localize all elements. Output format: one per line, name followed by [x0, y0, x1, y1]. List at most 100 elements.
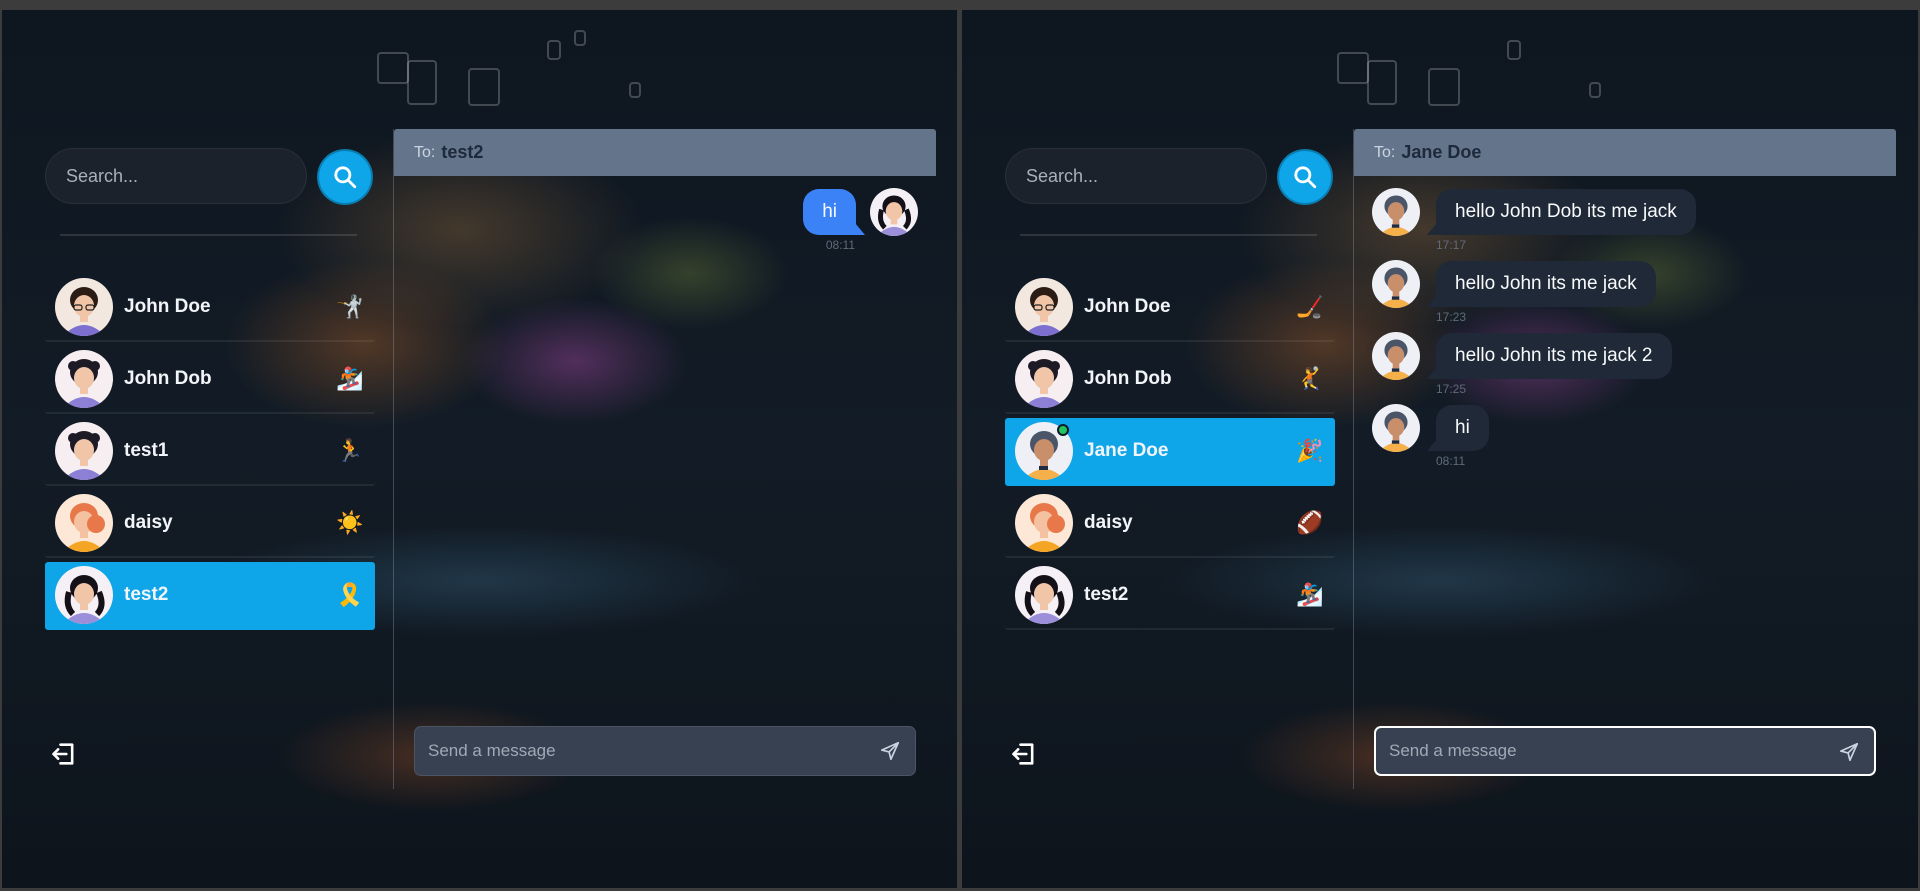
contact-name: daisy — [124, 512, 173, 533]
message: hello John Dob its me jack 17:17 — [1354, 188, 1896, 252]
contact-emoji-icon: 🤺 — [336, 294, 364, 319]
recipient-name: test2 — [441, 142, 484, 162]
message-list: hi 08:11 — [394, 176, 936, 716]
send-icon[interactable] — [1838, 741, 1860, 763]
left-window: John Doe 🤺 John Dob 🏂 test1 🏃 daisy ☀️ test2 🎗️ T… — [2, 10, 957, 888]
avatar — [1015, 422, 1073, 480]
chat-panel: To: test2 hi 08:11 — [393, 129, 936, 789]
contact-emoji-icon: 🏂 — [336, 366, 364, 391]
contact-emoji-icon: 🏂 — [1296, 582, 1324, 607]
message-composer — [414, 726, 916, 776]
screenshot-root: John Doe 🤺 John Dob 🏂 test1 🏃 daisy ☀️ test2 🎗️ T… — [0, 0, 1920, 891]
contact-emoji-icon: 🏒 — [1296, 294, 1324, 319]
message-row: hi — [394, 188, 936, 236]
contact-item[interactable]: John Dob 🏂 — [45, 346, 375, 414]
avatar — [1015, 278, 1073, 336]
chat-panel: To: Jane Doe hello John Dob its me jack 1… — [1353, 129, 1896, 789]
contact-item[interactable]: Jane Doe 🎉 — [1005, 418, 1335, 486]
message-avatar — [870, 188, 918, 236]
avatar — [55, 422, 113, 480]
avatar — [1015, 566, 1073, 624]
chat-header: To: Jane Doe — [1354, 129, 1896, 176]
message-timestamp: 17:17 — [1436, 238, 1467, 252]
right-window: John Doe🏒John Dob🤾Jane Doe🎉daisy🏈test2🏂 … — [962, 10, 1918, 888]
contact-item[interactable]: John Doe 🏒 — [1005, 274, 1335, 342]
message-row: hello John its me jack 2 — [1354, 332, 1896, 380]
logout-icon[interactable] — [50, 740, 78, 768]
avatar — [1015, 350, 1073, 408]
contact-name: test2 — [1084, 584, 1129, 605]
recipient-name: Jane Doe — [1401, 142, 1482, 162]
search-icon — [1294, 166, 1317, 189]
message-timestamp: 08:11 — [1436, 454, 1466, 468]
avatar — [1015, 494, 1073, 552]
message: hi 08:11 — [394, 188, 936, 252]
search-input[interactable] — [45, 148, 307, 204]
chat-header: To: test2 — [394, 129, 936, 176]
message-timestamp: 08:11 — [825, 238, 855, 252]
contact-item[interactable]: John Doe 🤺 — [45, 274, 375, 342]
contact-item[interactable]: daisy ☀️ — [45, 490, 375, 558]
online-status-dot — [1057, 424, 1069, 436]
message-list: hello John Dob its me jack 17:17 hello Joh… — [1354, 176, 1896, 716]
message-avatar — [1372, 188, 1420, 236]
contact-name: daisy — [1084, 512, 1133, 533]
contact-item[interactable]: test2 🏂 — [1005, 562, 1335, 630]
sidebar: John Doe 🏒 John Dob 🤾 Jane Doe 🎉 daisy 🏈 test2 🏂 — [1005, 118, 1335, 785]
contact-item[interactable]: daisy 🏈 — [1005, 490, 1335, 558]
contact-emoji-icon: 🏃 — [336, 438, 364, 463]
contact-item[interactable]: John Dob 🤾 — [1005, 346, 1335, 414]
chat-app: John Doe🏒John Dob🤾Jane Doe🎉daisy🏈test2🏂 … — [962, 10, 1918, 888]
contact-emoji-icon: 🎗️ — [336, 582, 364, 607]
contact-name: Jane Doe — [1084, 440, 1169, 461]
message-bubble: hello John Dob its me jack — [1427, 188, 1696, 236]
contact-list: John Doe 🤺 John Dob 🏂 test1 🏃 daisy ☀️ test2 🎗️ — [45, 274, 375, 634]
message-composer — [1374, 726, 1876, 776]
contact-name: John Dob — [1084, 368, 1172, 389]
contact-emoji-icon: 🏈 — [1296, 510, 1324, 535]
contact-name: John Doe — [1084, 296, 1171, 317]
message-avatar — [1372, 404, 1420, 452]
contact-emoji-icon: 🎉 — [1296, 438, 1324, 463]
message-row: hi — [1354, 404, 1896, 452]
contact-item[interactable]: test1 🏃 — [45, 418, 375, 486]
avatar — [55, 350, 113, 408]
message-avatar — [1372, 260, 1420, 308]
message: hi 08:11 — [1354, 404, 1896, 468]
logout-icon[interactable] — [1010, 740, 1038, 768]
message-bubble: hi — [803, 188, 865, 236]
send-icon[interactable] — [879, 740, 901, 762]
sidebar-divider — [60, 234, 357, 236]
message-input[interactable] — [415, 727, 855, 775]
contact-name: John Dob — [124, 368, 212, 389]
contact-item[interactable]: test2 🎗️ — [45, 562, 375, 630]
sidebar-divider — [1020, 234, 1317, 236]
avatar — [55, 494, 113, 552]
message-row: hello John Dob its me jack — [1354, 188, 1896, 236]
sidebar: John Doe 🤺 John Dob 🏂 test1 🏃 daisy ☀️ test2 🎗️ — [45, 118, 375, 785]
avatar — [55, 566, 113, 624]
message-timestamp: 17:23 — [1436, 310, 1467, 324]
search-icon — [334, 166, 357, 189]
contact-name: test2 — [124, 584, 169, 605]
avatar — [55, 278, 113, 336]
message-input[interactable] — [1376, 728, 1816, 774]
to-label: To: — [1374, 143, 1396, 161]
contact-emoji-icon: ☀️ — [336, 510, 364, 535]
message-timestamp: 17:25 — [1436, 382, 1467, 396]
search-button[interactable] — [1277, 149, 1333, 205]
search-button[interactable] — [317, 149, 373, 205]
contact-name: test1 — [124, 440, 169, 461]
search-input[interactable] — [1005, 148, 1267, 204]
message-row: hello John its me jack — [1354, 260, 1896, 308]
message-bubble: hi — [1427, 404, 1489, 452]
message: hello John its me jack 2 17:25 — [1354, 332, 1896, 396]
contact-emoji-icon: 🤾 — [1296, 366, 1324, 391]
contact-name: John Doe — [124, 296, 211, 317]
contact-list: John Doe 🏒 John Dob 🤾 Jane Doe 🎉 daisy 🏈 test2 🏂 — [1005, 274, 1335, 634]
message-bubble: hello John its me jack 2 — [1427, 332, 1672, 380]
message-avatar — [1372, 332, 1420, 380]
message: hello John its me jack 17:23 — [1354, 260, 1896, 324]
chat-app: John Doe 🤺 John Dob 🏂 test1 🏃 daisy ☀️ test2 🎗️ T… — [2, 10, 957, 888]
to-label: To: — [414, 143, 436, 161]
